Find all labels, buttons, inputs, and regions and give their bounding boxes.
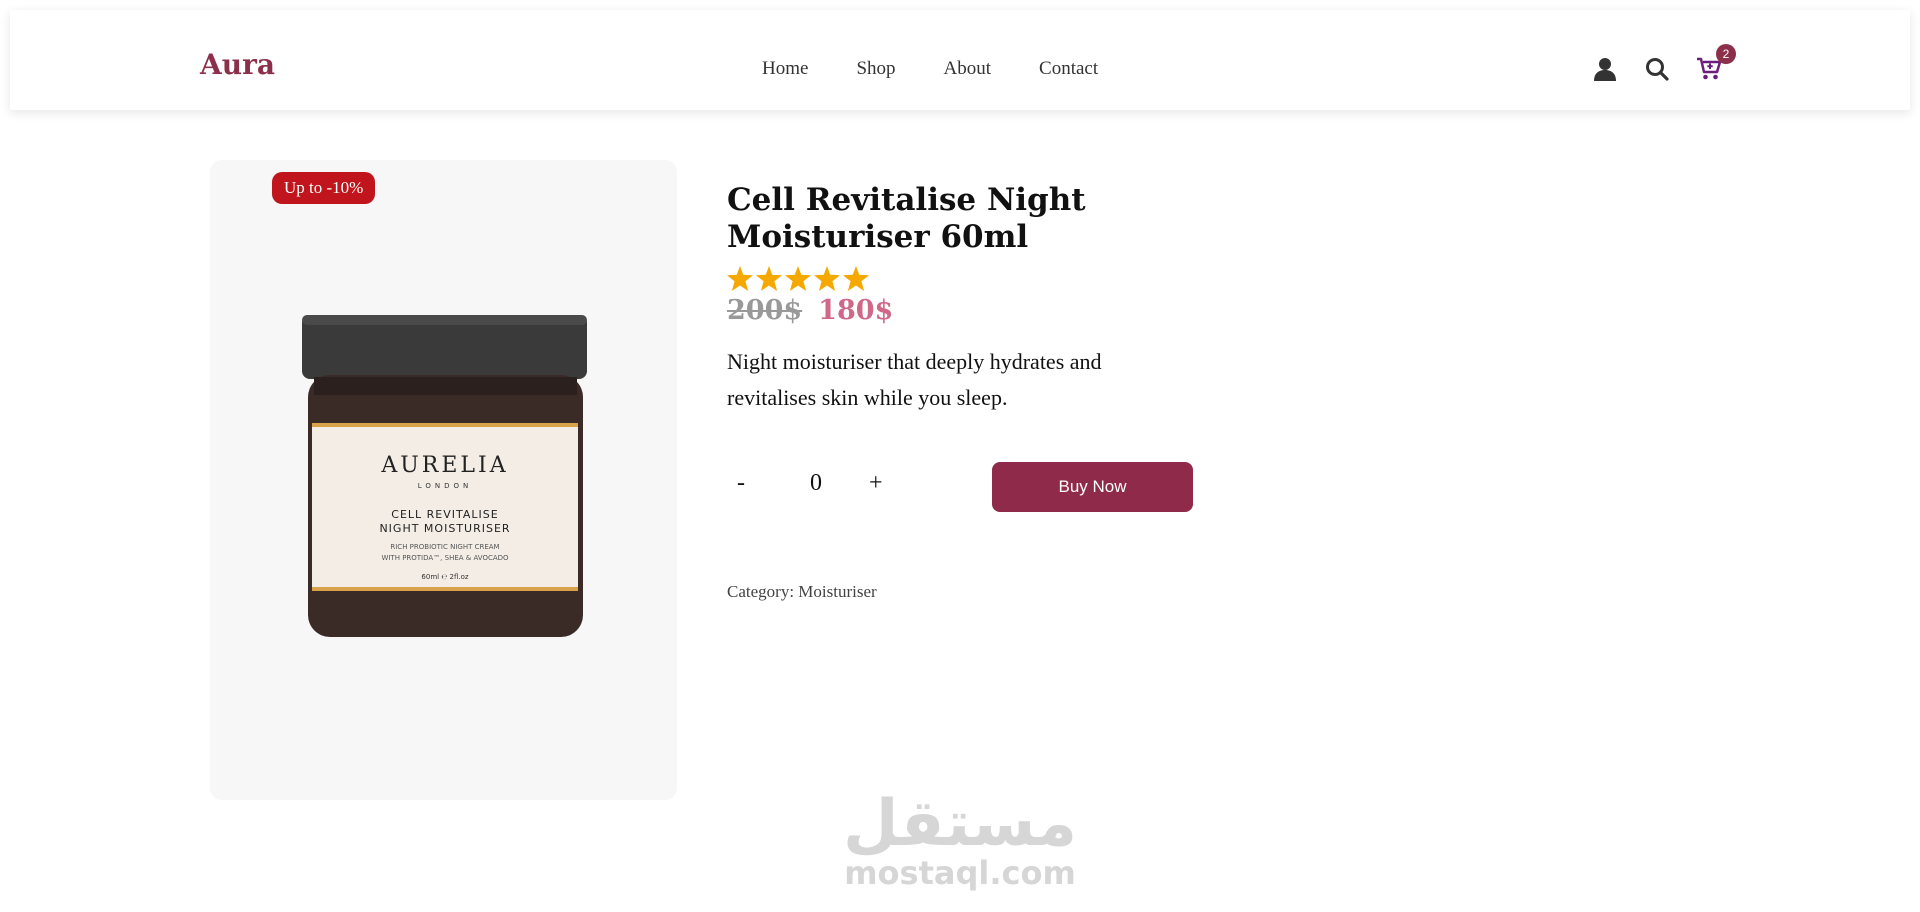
quantity-value[interactable]: 0 [803, 470, 829, 497]
star-icon [843, 266, 869, 291]
product-image-card: Up to -10% AURELIA LONDON CELL REVITALIS… [210, 160, 677, 800]
product-info: Cell Revitalise Night Moisturiser 60ml 2… [727, 182, 1207, 416]
header-actions: 2 [1588, 44, 1744, 86]
site-header: Aura Home Shop About Contact 2 [10, 10, 1910, 110]
quantity-decrease-button[interactable]: - [737, 470, 745, 497]
nav-about[interactable]: About [944, 58, 992, 80]
discount-badge: Up to -10% [272, 172, 376, 204]
star-icon [756, 266, 782, 291]
watermark-arabic: مستقل [842, 787, 1078, 861]
search-icon[interactable] [1640, 52, 1674, 86]
main-nav: Home Shop About Contact [762, 58, 1146, 80]
label-line3-text: RICH PROBIOTIC NIGHT CREAM [390, 543, 499, 551]
star-icon [727, 266, 753, 291]
old-price: 200$ [727, 295, 803, 326]
label-line2-text: NIGHT MOISTURISER [379, 522, 510, 535]
product-description: Night moisturiser that deeply hydrates a… [727, 349, 1102, 410]
nav-shop[interactable]: Shop [856, 58, 895, 80]
label-sub-text: LONDON [418, 482, 473, 490]
star-icon [785, 266, 811, 291]
site-logo[interactable]: Aura [200, 48, 275, 81]
label-line5-text: 60ml ℮ 2fl.oz [421, 573, 468, 581]
star-icon [814, 266, 840, 291]
buy-now-button[interactable]: Buy Now [992, 462, 1193, 512]
product-image: AURELIA LONDON CELL REVITALISE NIGHT MOI… [300, 315, 590, 650]
product-title: Cell Revitalise Night Moisturiser 60ml [727, 182, 1086, 255]
purchase-controls: - 0 + Buy Now [727, 462, 1197, 512]
user-icon[interactable] [1588, 52, 1622, 86]
quantity-increase-button[interactable]: + [869, 470, 883, 497]
label-line4-text: WITH PROTIDA™, SHEA & AVOCADO [381, 554, 509, 562]
cart-count-badge: 2 [1716, 44, 1736, 64]
cart-icon[interactable]: 2 [1692, 44, 1736, 86]
label-line1-text: CELL REVITALISE [391, 508, 498, 521]
watermark-latin: mostaql.com [844, 854, 1076, 892]
new-price: 180$ [818, 295, 894, 326]
nav-home[interactable]: Home [762, 58, 808, 80]
nav-contact[interactable]: Contact [1039, 58, 1098, 80]
watermark: مستقل mostaql.com [842, 792, 1078, 890]
price-block: 200$ 180$ [727, 295, 1207, 326]
product-category: Category: Moisturiser [727, 582, 877, 601]
rating-stars [727, 266, 1207, 291]
label-brand-text: AURELIA [380, 453, 508, 478]
